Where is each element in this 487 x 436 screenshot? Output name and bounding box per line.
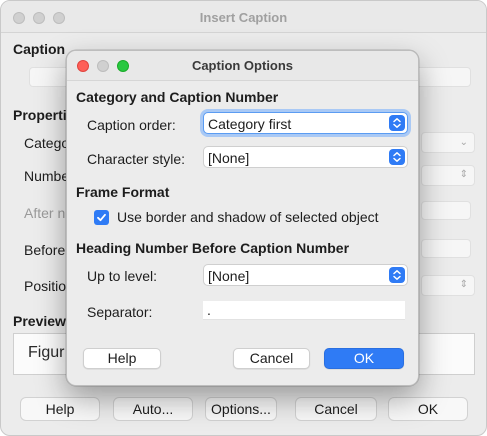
after-number-label: After n — [24, 205, 66, 221]
position-select[interactable]: ⇕ — [421, 275, 475, 296]
category-caption-number-heading: Category and Caption Number — [76, 89, 279, 105]
before-caption-label: Before — [24, 242, 66, 258]
caption-options-titlebar: Caption Options — [67, 51, 418, 81]
cancel-button[interactable]: Cancel — [233, 348, 310, 369]
separator-label: Separator: — [87, 304, 153, 320]
cancel-button[interactable]: Cancel — [295, 397, 377, 421]
up-to-level-select[interactable]: [None] — [203, 264, 408, 286]
up-to-level-label: Up to level: — [87, 268, 158, 284]
stepper-icon — [389, 115, 405, 131]
ok-button[interactable]: OK — [324, 348, 404, 369]
preview-text: Figur — [28, 344, 65, 361]
stepper-icon: ⇕ — [459, 279, 468, 290]
numbering-label: Numbe — [24, 168, 70, 184]
heading-number-heading: Heading Number Before Caption Number — [76, 240, 350, 256]
character-style-label: Character style: — [87, 151, 186, 167]
category-label: Catego — [24, 135, 70, 151]
help-button[interactable]: Help — [83, 348, 161, 369]
ok-button[interactable]: OK — [388, 397, 468, 421]
auto-button[interactable]: Auto... — [113, 397, 193, 421]
caption-order-select[interactable]: Category first — [203, 112, 408, 134]
frame-format-heading: Frame Format — [76, 184, 170, 200]
border-shadow-label[interactable]: Use border and shadow of selected object — [117, 209, 379, 225]
before-caption-field[interactable] — [421, 239, 471, 258]
stepper-icon — [389, 149, 405, 165]
insert-caption-titlebar: Insert Caption — [1, 1, 486, 33]
category-combo[interactable]: ⌄ — [421, 132, 475, 153]
checkmark-icon — [97, 213, 106, 222]
stepper-icon: ⇕ — [459, 169, 468, 180]
caption-order-label: Caption order: — [87, 117, 176, 133]
position-label: Positio — [24, 278, 67, 294]
caption-section-heading: Caption — [13, 41, 66, 57]
border-shadow-checkbox[interactable] — [94, 210, 109, 225]
stepper-icon — [389, 267, 405, 283]
separator-field[interactable] — [203, 301, 405, 320]
numbering-select[interactable]: ⇕ — [421, 165, 475, 186]
window-title: Insert Caption — [199, 10, 288, 25]
caption-options-dialog: Caption Options Category and Caption Num… — [66, 50, 419, 386]
caption-order-value: Category first — [208, 116, 292, 132]
preview-section-heading: Preview — [13, 313, 66, 329]
up-to-level-value: [None] — [208, 268, 250, 284]
character-style-value: [None] — [208, 150, 250, 166]
after-number-field[interactable] — [421, 201, 471, 220]
chevron-down-icon: ⌄ — [459, 137, 468, 148]
dialog-title: Caption Options — [191, 58, 294, 73]
character-style-select[interactable]: [None] — [203, 146, 408, 168]
options-button[interactable]: Options... — [205, 397, 277, 421]
help-button[interactable]: Help — [20, 397, 100, 421]
